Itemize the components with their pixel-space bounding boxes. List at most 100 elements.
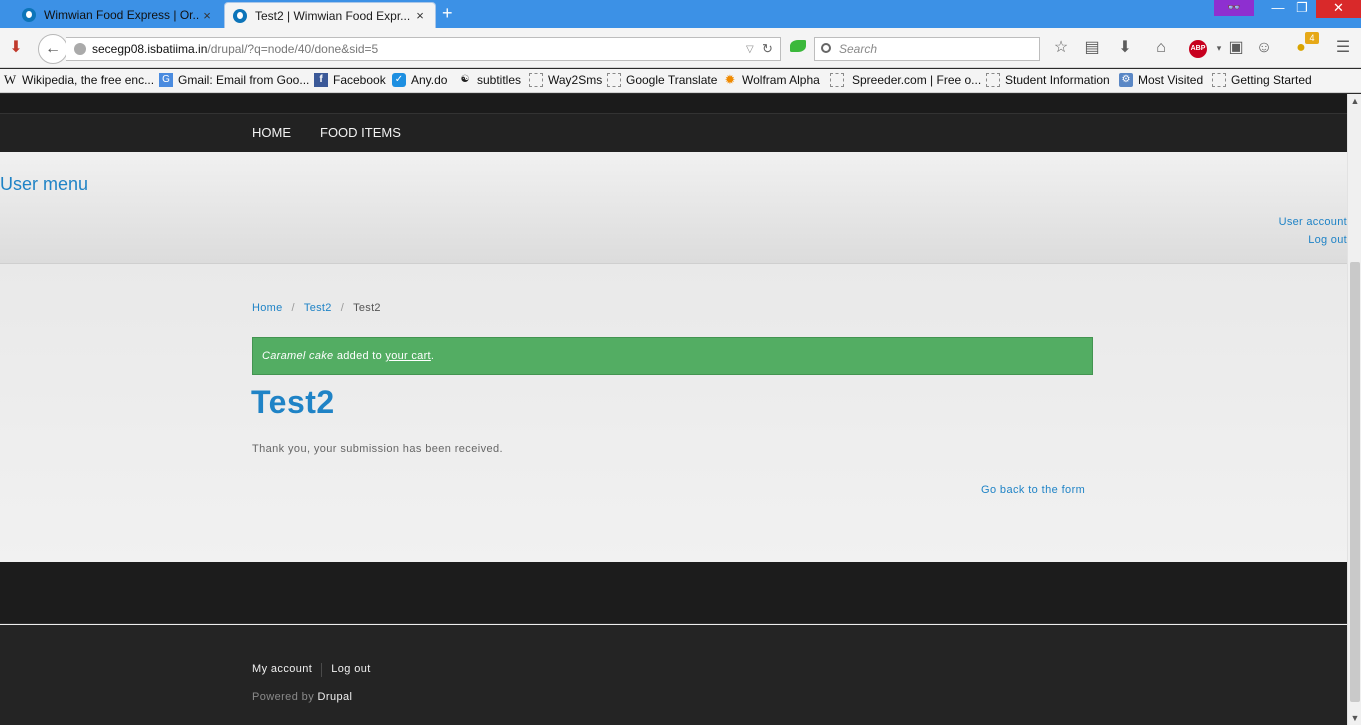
bookmark-label: Spreeder.com | Free o... bbox=[852, 73, 982, 87]
bookmark-label: Wolfram Alpha bbox=[742, 73, 820, 87]
back-arrow-icon: ← bbox=[45, 40, 61, 57]
bookmark-label: subtitles bbox=[477, 73, 522, 87]
drupal-favicon-icon bbox=[233, 8, 247, 23]
bookmark-label: Google Translate bbox=[626, 73, 718, 87]
browser-nav-bar: ⬇ ← secegp08.isbatiima.in/drupal/?q=node… bbox=[0, 28, 1361, 68]
bookmark-label: Most Visited bbox=[1138, 73, 1204, 87]
page-icon bbox=[529, 73, 543, 87]
breadcrumb: Home / Test2 / Test2 bbox=[252, 302, 381, 314]
globe-icon bbox=[74, 43, 86, 55]
bookmark-getting-started[interactable]: Getting Started bbox=[1212, 73, 1312, 87]
breadcrumb-home-link[interactable]: Home bbox=[252, 302, 283, 314]
bookmark-spreeder[interactable]: Spreeder.com | Free o... bbox=[830, 73, 981, 87]
browser-tab-1[interactable]: Wimwian Food Express | Or... × bbox=[14, 2, 222, 28]
downloads-icon[interactable]: ⬇ bbox=[1114, 38, 1136, 58]
footer-menu: My account Log out bbox=[252, 663, 371, 677]
most-visited-icon: ⚙ bbox=[1119, 73, 1133, 87]
bookmark-subtitles[interactable]: ☯ subtitles bbox=[458, 73, 522, 87]
url-dropdown-icon[interactable]: ▽ bbox=[746, 44, 754, 55]
confirmation-message: Thank you, your submission has been rece… bbox=[252, 443, 503, 455]
bookmarks-toolbar: W Wikipedia, the free enc... G Gmail: Em… bbox=[0, 69, 1361, 93]
search-icon bbox=[821, 43, 831, 53]
page-icon bbox=[1212, 73, 1226, 87]
bookmark-anydo[interactable]: ✓ Any.do bbox=[392, 73, 447, 87]
reading-list-icon[interactable]: ▤ bbox=[1081, 38, 1103, 58]
bookmark-label: Getting Started bbox=[1231, 73, 1312, 87]
breadcrumb-separator: / bbox=[291, 302, 295, 314]
bookmark-label: Way2Sms bbox=[548, 73, 603, 87]
powered-by-text: Powered by bbox=[252, 691, 318, 703]
tab-title: Wimwian Food Express | Or... bbox=[44, 8, 200, 22]
footer: My account Log out Powered by Drupal bbox=[0, 625, 1347, 725]
bookmark-most-visited[interactable]: ⚙ Most Visited bbox=[1119, 73, 1203, 87]
extension-badge: 4 bbox=[1305, 32, 1319, 44]
page-title: Test2 bbox=[251, 384, 335, 420]
user-logout-link[interactable]: Log out bbox=[1308, 234, 1347, 246]
page-icon bbox=[986, 73, 1000, 87]
screenshot-icon[interactable]: ▣ bbox=[1225, 38, 1247, 58]
status-period: . bbox=[430, 350, 435, 362]
scroll-thumb[interactable] bbox=[1350, 262, 1360, 702]
breadcrumb-current: Test2 bbox=[353, 302, 381, 314]
facebook-icon: f bbox=[314, 73, 328, 87]
bookmark-label: Gmail: Email from Goo... bbox=[178, 73, 310, 87]
bookmark-label: Any.do bbox=[411, 73, 448, 87]
url-host: secegp08.isbatiima.in bbox=[92, 42, 208, 56]
footer-logout-link[interactable]: Log out bbox=[331, 663, 371, 677]
bookmark-google-translate[interactable]: Google Translate bbox=[607, 73, 717, 87]
bookmark-label: Facebook bbox=[333, 73, 386, 87]
breadcrumb-separator: / bbox=[340, 302, 345, 314]
leaf-extension-icon[interactable] bbox=[790, 40, 806, 52]
status-message: Caramel cake added to your cart. bbox=[252, 337, 1093, 375]
main-content: Home / Test2 / Test2 Caramel cake added to y… bbox=[0, 264, 1347, 562]
smiley-icon[interactable]: ☺ bbox=[1253, 38, 1275, 58]
user-menu-region: User menu User account Log out bbox=[0, 152, 1347, 264]
search-placeholder: Search bbox=[839, 42, 878, 56]
footer-top bbox=[0, 562, 1347, 624]
new-tab-button[interactable]: + bbox=[442, 4, 453, 22]
status-item-name: Caramel cake bbox=[262, 350, 334, 362]
anydo-icon: ✓ bbox=[392, 73, 406, 87]
scroll-down-icon[interactable]: ▼ bbox=[1348, 713, 1361, 723]
bookmark-star-icon[interactable]: ☆ bbox=[1050, 38, 1072, 58]
close-window-button[interactable]: ✕ bbox=[1316, 0, 1361, 18]
search-input[interactable]: Search bbox=[814, 37, 1040, 61]
drupal-link[interactable]: Drupal bbox=[318, 691, 353, 703]
bookmark-student-information[interactable]: Student Information bbox=[986, 73, 1110, 87]
adblock-icon[interactable]: ABP bbox=[1189, 40, 1207, 58]
user-account-link[interactable]: User account bbox=[1279, 216, 1347, 228]
page-viewport: HOME FOOD ITEMS User menu User account L… bbox=[0, 94, 1347, 725]
pocket-icon[interactable]: ⬇ bbox=[5, 38, 27, 58]
browser-tab-2[interactable]: Test2 | Wimwian Food Expr... × bbox=[224, 2, 436, 28]
home-icon[interactable]: ⌂ bbox=[1150, 38, 1172, 58]
bookmark-way2sms[interactable]: Way2Sms bbox=[529, 73, 602, 87]
scroll-up-icon[interactable]: ▲ bbox=[1348, 96, 1361, 106]
your-cart-link[interactable]: your cart bbox=[385, 350, 431, 362]
footer-divider bbox=[321, 663, 323, 677]
bookmark-facebook[interactable]: f Facebook bbox=[314, 73, 386, 87]
bookmark-wikipedia[interactable]: W Wikipedia, the free enc... bbox=[3, 72, 155, 88]
bookmark-gmail[interactable]: G Gmail: Email from Goo... bbox=[159, 73, 309, 87]
bookmark-label: Student Information bbox=[1005, 73, 1110, 87]
reload-icon[interactable]: ↻ bbox=[762, 41, 773, 57]
bookmark-wolfram-alpha[interactable]: ✹ Wolfram Alpha bbox=[723, 72, 820, 88]
nav-home-link[interactable]: HOME bbox=[252, 125, 291, 140]
back-to-form-link[interactable]: Go back to the form bbox=[981, 484, 1085, 496]
drupal-favicon-icon bbox=[22, 8, 36, 22]
wolfram-icon: ✹ bbox=[724, 72, 736, 87]
footer-my-account-link[interactable]: My account bbox=[252, 663, 312, 677]
tab-close-icon[interactable]: × bbox=[200, 8, 214, 23]
subtitles-icon: ☯ bbox=[460, 74, 470, 85]
wikipedia-icon: W bbox=[3, 72, 17, 87]
private-mask-icon: 👓 bbox=[1214, 0, 1254, 16]
tab-title: Test2 | Wimwian Food Expr... bbox=[255, 8, 411, 23]
page-scrollbar[interactable]: ▲ ▼ bbox=[1347, 94, 1361, 725]
url-bar[interactable]: secegp08.isbatiima.in/drupal/?q=node/40/… bbox=[66, 37, 781, 61]
breadcrumb-test2-link[interactable]: Test2 bbox=[304, 302, 332, 314]
back-button[interactable]: ← bbox=[38, 34, 68, 64]
powered-by: Powered by Drupal bbox=[252, 691, 352, 703]
bookmark-label: Wikipedia, the free enc... bbox=[22, 73, 155, 87]
nav-food-items-link[interactable]: FOOD ITEMS bbox=[320, 125, 401, 140]
tab-close-icon[interactable]: × bbox=[413, 8, 427, 23]
menu-hamburger-icon[interactable]: ☰ bbox=[1332, 38, 1354, 58]
